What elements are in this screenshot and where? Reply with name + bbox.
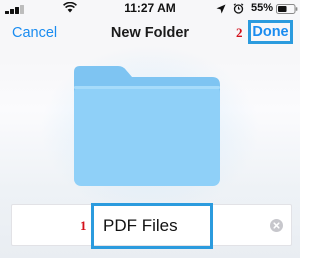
nav-bar: Cancel New Folder 2 Done: [0, 18, 300, 52]
new-folder-screen: 11:27 AM 55% Cancel New Folder 2 Done 1: [0, 0, 300, 258]
status-bar: 11:27 AM 55%: [0, 0, 300, 18]
clear-icon[interactable]: [270, 219, 283, 232]
battery-icon: [276, 4, 298, 14]
step-marker-2: 2: [236, 25, 243, 40]
battery-percent: 55%: [251, 2, 274, 14]
step-marker-1: 1: [80, 218, 87, 233]
done-button[interactable]: Done: [248, 20, 293, 44]
alarm-icon: [233, 3, 244, 14]
folder-name-input[interactable]: [103, 214, 207, 238]
folder-icon: [74, 66, 220, 186]
location-icon: [216, 4, 226, 14]
